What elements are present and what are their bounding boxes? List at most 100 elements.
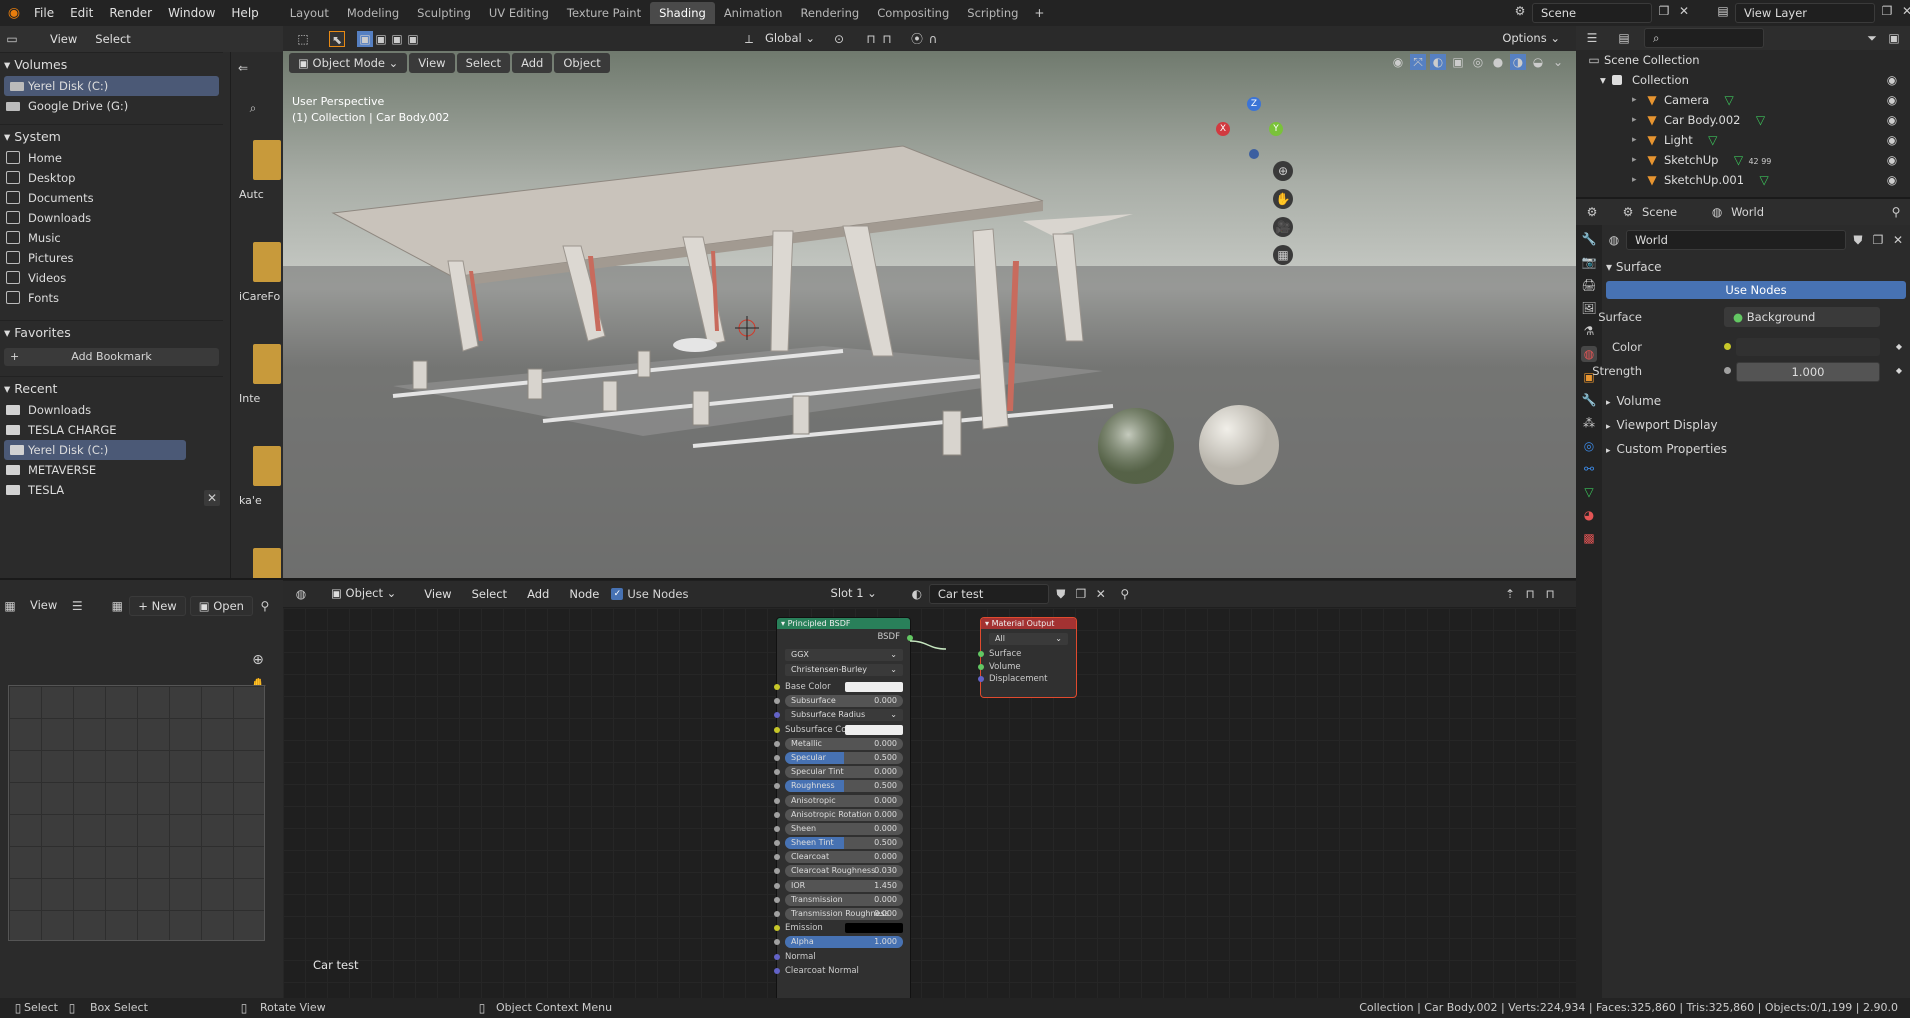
input-socket[interactable] [774, 953, 780, 960]
select-tool-icon[interactable]: ⬉ [329, 30, 345, 47]
material-fake-user-icon[interactable]: ⛊ [1053, 586, 1069, 602]
select-mode-extend-icon[interactable]: ▣ [373, 31, 389, 47]
physics-tab-icon[interactable]: ◎ [1581, 438, 1597, 454]
visibility-eye-icon[interactable]: ◉ [1884, 92, 1900, 108]
select-mode-new-icon[interactable]: ▣ [357, 30, 373, 47]
volumes-section-header[interactable]: ▾ Volumes [0, 52, 223, 76]
new-view-layer-icon[interactable]: ❐ [1879, 3, 1895, 19]
material-duplicate-icon[interactable]: ❐ [1073, 586, 1089, 602]
input-socket[interactable] [774, 811, 780, 818]
value-slider[interactable]: Anisotropic Rotation 0.000 [785, 808, 903, 821]
recent-item[interactable]: METAVERSE [0, 460, 190, 480]
value-slider[interactable]: Clearcoat 0.000 [785, 851, 903, 864]
output-tab-icon[interactable]: 🖨 [1581, 277, 1597, 293]
bsdf-node-header[interactable]: ▾ Principled BSDF [777, 618, 910, 629]
new-collection-icon[interactable]: ▣ [1886, 30, 1902, 46]
expand-icon[interactable]: ▾ [1600, 70, 1606, 90]
render-tab-icon[interactable]: 📷 [1581, 254, 1597, 270]
recent-item[interactable]: TESLA [0, 480, 190, 500]
input-socket[interactable] [774, 769, 780, 776]
value-slider[interactable]: Sheen Tint 0.500 [785, 837, 903, 850]
input-socket[interactable] [774, 911, 780, 917]
viewport-editor-type-icon[interactable]: ⬚ [295, 31, 311, 47]
input-socket[interactable] [774, 854, 780, 861]
system-section-header[interactable]: ▾ System [0, 124, 223, 148]
input-socket[interactable] [774, 797, 780, 804]
ne-add-menu[interactable]: Add [519, 581, 557, 607]
tab-texture-paint[interactable]: Texture Paint [558, 2, 650, 24]
value-slider[interactable]: Specular 0.500 [785, 751, 903, 764]
folder-thumbnail-icon[interactable] [253, 344, 281, 384]
duplicate-world-icon[interactable]: ❐ [1870, 232, 1886, 248]
tab-sculpting[interactable]: Sculpting [408, 2, 480, 24]
tab-animation[interactable]: Animation [715, 2, 792, 24]
material-browse-icon[interactable]: ◐ [909, 586, 925, 602]
input-socket[interactable] [774, 939, 780, 946]
outliner-item[interactable]: ▸ ▼ Camera ▽ ◉ [1576, 90, 1910, 110]
snap-target-icon[interactable]: ⊓ [879, 31, 895, 47]
outliner-editor-type-icon[interactable]: ☰ [1584, 30, 1600, 46]
input-socket[interactable] [774, 967, 780, 974]
expand-icon[interactable]: ▸ [1632, 110, 1637, 130]
display-mode-icon[interactable]: ▤ [1616, 30, 1632, 46]
input-socket[interactable] [978, 651, 984, 657]
delete-scene-icon[interactable]: ✕ [1676, 3, 1692, 19]
system-item[interactable]: Videos [0, 268, 223, 288]
input-socket[interactable] [774, 925, 780, 932]
color-swatch[interactable] [845, 682, 903, 692]
input-socket[interactable] [774, 840, 780, 847]
scene-icon[interactable]: ⚙ [1512, 3, 1528, 19]
menu-file[interactable]: File [26, 0, 62, 26]
gizmo-icon[interactable]: ⤧ [1410, 54, 1426, 70]
value-slider[interactable]: Specular Tint 0.000 [785, 766, 903, 779]
color-swatch[interactable] [845, 923, 903, 934]
input-socket[interactable] [774, 712, 780, 719]
surface-panel-header[interactable]: ▾ Surface [1606, 255, 1906, 279]
panel-header-custom-properties[interactable]: ▸ Custom Properties [1606, 437, 1906, 461]
system-item[interactable]: Documents [0, 188, 223, 208]
color-swatch[interactable] [845, 724, 903, 735]
editor-type-icon[interactable]: ▭ [4, 31, 20, 47]
color-swatch[interactable] [1736, 338, 1880, 356]
outliner-item[interactable]: ▸ ▼ SketchUp ▽ 42 99 ◉ [1576, 150, 1910, 170]
image-browse-icon[interactable]: ▦ [109, 598, 125, 614]
fb-select-menu[interactable]: Select [87, 26, 138, 52]
orientation-icon[interactable]: ⟂ [741, 31, 757, 47]
tab-uv-editing[interactable]: UV Editing [480, 2, 558, 24]
search-icon[interactable]: ⌕ [245, 100, 261, 116]
pin-icon[interactable]: ⚲ [1888, 204, 1904, 220]
select-mode-invert-icon[interactable]: ▣ [405, 31, 421, 47]
material-name-field[interactable]: Car test [928, 584, 1049, 604]
parent-dir-icon[interactable]: ⇐ [235, 60, 251, 76]
color-keyframe-icon[interactable]: ◆ [1896, 335, 1902, 359]
scene-collection-row[interactable]: ▭ Scene Collection [1576, 50, 1910, 70]
favorites-section-header[interactable]: ▾ Favorites [0, 320, 223, 344]
vp-object-menu[interactable]: Object [554, 53, 610, 73]
world-tab-label[interactable]: World [1731, 205, 1764, 219]
data-icon[interactable]: ▽ [1756, 172, 1772, 188]
vp-select-menu[interactable]: Select [456, 53, 511, 73]
options-dropdown[interactable]: Options ⌄ [1494, 29, 1568, 49]
tab-shading[interactable]: Shading [650, 2, 715, 24]
gizmo-z-axis[interactable]: Z [1247, 97, 1261, 111]
target-dropdown[interactable]: All ⌄ [989, 633, 1068, 645]
visibility-eye-icon[interactable]: ◉ [1884, 72, 1900, 88]
hamburger-icon[interactable]: ☰ [69, 598, 85, 614]
world-name-field[interactable]: World [1626, 230, 1846, 250]
scene-field[interactable]: Scene [1532, 3, 1652, 23]
gizmo-neg-z[interactable] [1249, 149, 1259, 159]
proportional-icon[interactable]: ⦿ [909, 31, 925, 47]
system-item[interactable]: Desktop [0, 168, 223, 188]
value-slider[interactable]: Metallic 0.000 [785, 737, 903, 750]
overlay-icon[interactable]: ◐ [1430, 54, 1446, 70]
system-item[interactable]: Music [0, 228, 223, 248]
modifier-tab-icon[interactable]: 🔧 [1581, 392, 1597, 408]
input-socket[interactable] [774, 698, 780, 705]
scene-tab-label[interactable]: Scene [1642, 205, 1677, 219]
outliner-item[interactable]: ▸ ▼ Light ▽ ◉ [1576, 130, 1910, 150]
ne-node-menu[interactable]: Node [561, 581, 607, 607]
strength-keyframe-icon[interactable]: ◆ [1896, 359, 1902, 383]
data-icon[interactable]: ▽ [1752, 112, 1768, 128]
menu-render[interactable]: Render [101, 0, 160, 26]
tab-rendering[interactable]: Rendering [791, 2, 868, 24]
